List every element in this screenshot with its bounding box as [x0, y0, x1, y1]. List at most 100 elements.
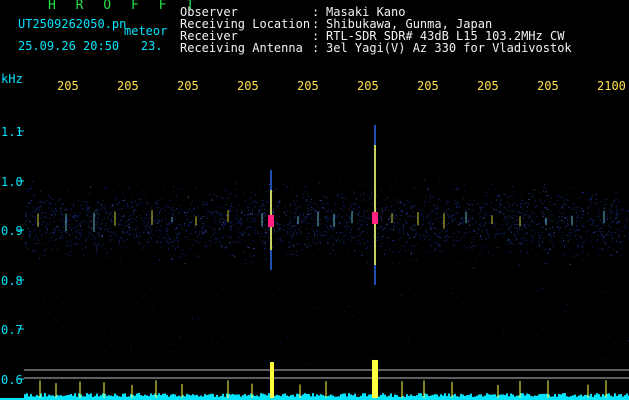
baseline-signal — [256, 395, 258, 398]
noise-dot — [286, 335, 288, 337]
baseline-signal — [528, 394, 530, 398]
noise-dot — [130, 346, 132, 348]
baseline-signal — [442, 395, 444, 398]
baseline-signal — [214, 396, 216, 398]
noise-dot — [368, 358, 370, 360]
noise-dot — [34, 296, 36, 298]
baseline-signal — [310, 396, 312, 398]
baseline-signal — [276, 394, 278, 398]
noise-dot — [179, 337, 181, 339]
baseline-signal — [506, 393, 508, 398]
x-tick-label: 205 — [117, 79, 139, 93]
baseline-signal — [196, 394, 198, 398]
noise-dot — [117, 312, 119, 314]
noise-dot — [144, 294, 145, 296]
noise-dot — [81, 294, 83, 296]
baseline-signal — [266, 395, 268, 398]
y-axis-unit: kHz — [1, 72, 23, 86]
baseline-signal — [490, 394, 492, 398]
noise-dot — [567, 304, 569, 306]
noise-dot — [400, 294, 402, 296]
noise-dot — [364, 341, 366, 343]
noise-dot — [378, 292, 380, 294]
noise-dot — [404, 324, 406, 325]
baseline-signal — [510, 393, 512, 398]
baseline-signal — [170, 394, 172, 398]
baseline-signal — [474, 396, 476, 398]
baseline-signal — [140, 395, 142, 398]
meteor-count: 23. — [140, 39, 163, 53]
baseline-signal — [258, 396, 260, 398]
baseline-signal — [582, 396, 584, 398]
noise-dot — [428, 289, 430, 291]
baseline-signal — [136, 393, 138, 398]
baseline-signal — [26, 393, 28, 398]
baseline-signal — [166, 394, 168, 398]
noise-dot — [152, 301, 154, 303]
noise-dot — [344, 311, 346, 312]
baseline-signal — [244, 393, 246, 398]
baseline-signal — [126, 396, 128, 398]
baseline-signal — [106, 395, 108, 398]
baseline-signal — [404, 396, 406, 398]
baseline-signal — [572, 395, 574, 398]
baseline-signal — [390, 393, 392, 398]
noise-dot — [609, 294, 611, 296]
baseline-signal — [484, 395, 486, 398]
noise-dot — [586, 285, 588, 287]
noise-dot — [403, 328, 405, 330]
baseline-signal — [274, 395, 276, 398]
baseline-signal — [482, 396, 484, 398]
noise-dot — [71, 333, 73, 335]
baseline-signal — [382, 393, 384, 398]
noise-dot — [540, 358, 541, 360]
noise-dot — [231, 331, 233, 333]
baseline-peak — [270, 362, 274, 398]
baseline-signal — [122, 393, 124, 398]
baseline-signal — [466, 395, 468, 398]
noise-dot — [231, 317, 233, 319]
baseline-signal — [234, 394, 236, 398]
baseline-signal — [118, 396, 120, 398]
baseline-signal — [532, 396, 534, 398]
baseline-signal — [594, 394, 596, 398]
noise-dot — [359, 308, 361, 310]
baseline-signal — [112, 396, 114, 398]
baseline-signal — [204, 394, 206, 398]
noise-dot — [587, 329, 588, 331]
noise-dot — [450, 288, 452, 290]
noise-dot — [626, 292, 628, 294]
baseline-signal — [304, 393, 306, 398]
meteor-head — [268, 215, 274, 227]
baseline-signal — [544, 393, 546, 398]
noise-dot — [280, 341, 282, 343]
baseline-signal — [190, 395, 192, 398]
noise-dot — [171, 343, 173, 345]
baseline-signal — [222, 393, 224, 398]
baseline-signal — [618, 394, 620, 398]
noise-dot — [201, 300, 202, 302]
baseline-signal — [448, 393, 450, 398]
baseline-signal — [58, 395, 60, 398]
baseline-signal — [380, 395, 382, 398]
y-tick-label: 0.9 — [1, 224, 23, 238]
noise-dot — [386, 360, 388, 362]
noise-dot — [173, 351, 175, 353]
baseline-signal — [32, 396, 34, 398]
noise-dot — [352, 315, 353, 317]
noise-dot — [297, 312, 299, 313]
noise-dot — [606, 357, 608, 359]
baseline-signal — [224, 396, 226, 398]
baseline-signal — [338, 396, 340, 398]
baseline-signal — [538, 394, 540, 398]
baseline-signal — [110, 395, 112, 398]
baseline-signal — [384, 394, 386, 398]
baseline-signal — [504, 395, 506, 398]
noise-dot — [523, 333, 525, 335]
baseline-signal — [200, 395, 202, 398]
baseline-signal — [464, 395, 466, 398]
noise-dot — [554, 335, 556, 337]
noise-dot — [289, 293, 291, 295]
baseline-signal — [434, 394, 436, 398]
baseline-signal — [236, 394, 238, 398]
